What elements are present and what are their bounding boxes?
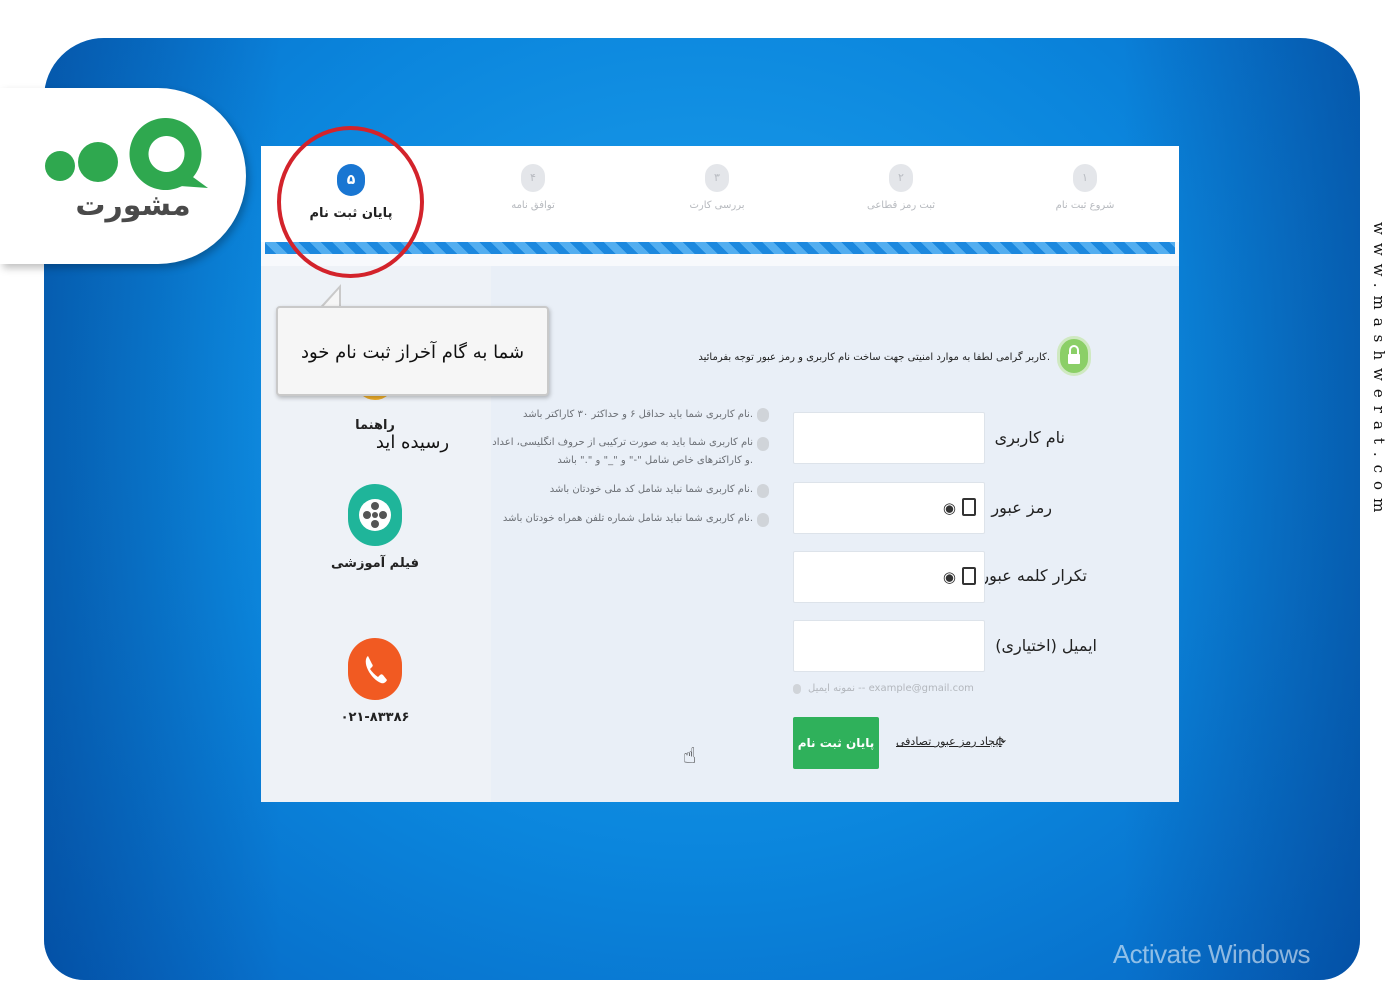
step-2-number: ۲ xyxy=(889,164,913,192)
phone-item[interactable]: ۰۲۱-۸۳۳۸۶ xyxy=(320,638,430,725)
username-rule: نام کاربری شما باید حداقل ۶ و حداکثر ۳۰ … xyxy=(522,409,753,420)
step-4-number: ۴ xyxy=(521,164,545,192)
username-rule: نام کاربری شما نباید شامل کد ملی خودتان … xyxy=(549,484,753,495)
username-rule: نام کاربری شما نباید شامل شماره تلفن همر… xyxy=(502,513,753,524)
finish-registration-button[interactable]: پایان ثبت نام xyxy=(793,717,879,769)
email-hint-dot xyxy=(793,684,801,694)
rule-dot xyxy=(757,408,769,422)
rule-dot xyxy=(757,484,769,498)
training-film-item[interactable]: فیلم آموزشی xyxy=(320,484,430,571)
rule-dot xyxy=(757,513,769,527)
hand-cursor-icon: ☝ xyxy=(683,744,697,769)
refresh-icon[interactable]: ⟳ xyxy=(996,735,1006,749)
step-3-label: بررسی کارت xyxy=(689,200,745,211)
virtual-keyboard-icon[interactable] xyxy=(962,567,976,585)
virtual-keyboard-icon[interactable] xyxy=(962,498,976,516)
email-input[interactable] xyxy=(793,620,985,672)
lock-icon xyxy=(1057,336,1091,376)
logo-card: مشورت xyxy=(0,88,246,264)
phone-icon xyxy=(348,638,402,700)
step-2: ۲ ثبت رمز قطاعی xyxy=(841,164,961,211)
step-2-label: ثبت رمز قطاعی xyxy=(866,200,935,211)
email-hint: نمونه ایمیل -- example@gmail.com xyxy=(808,683,974,694)
final-step-tooltip: شما به گام آخراز ثبت نام خود رسیده اید xyxy=(276,306,549,453)
email-label: ایمیل (اختیاری) xyxy=(995,636,1097,655)
phone-number: ۰۲۱-۸۳۳۸۶ xyxy=(340,710,410,725)
username-rule: نام کاربری شما باید به صورت ترکیبی از حر… xyxy=(492,437,753,448)
generate-password-link[interactable]: ایجاد رمز عبور تصادفی xyxy=(896,735,1001,748)
repeat-password-label: تکرار کلمه عبور xyxy=(981,566,1087,585)
film-reel-icon xyxy=(348,484,402,546)
username-rule: و کاراکترهای خاص شامل "-" و "_" و "." با… xyxy=(557,455,753,466)
repeat-password-input[interactable]: ◉ xyxy=(793,551,985,603)
step-3: ۳ بررسی کارت xyxy=(657,164,777,211)
step-1-number: ۱ xyxy=(1073,164,1097,192)
step-4-label: توافق نامه xyxy=(511,200,555,211)
logo-text: مشورت xyxy=(75,188,191,223)
step-3-number: ۳ xyxy=(705,164,729,192)
step-1-label: شروع ثبت نام xyxy=(1055,200,1115,211)
show-repeat-password-eye-icon[interactable]: ◉ xyxy=(943,568,956,586)
site-url-watermark: www.mashwerat.com xyxy=(1370,222,1388,521)
rule-dot xyxy=(757,437,769,451)
activate-windows-watermark: Activate Windows xyxy=(1112,939,1311,969)
step-4: ۴ توافق نامه xyxy=(473,164,593,211)
username-label: نام کاربری xyxy=(994,428,1065,447)
password-input[interactable]: ◉ xyxy=(793,482,985,534)
password-label: رمز عبور xyxy=(991,498,1052,517)
security-notice: کاربر گرامی لطفا به موارد امنیتی جهت ساخ… xyxy=(698,352,1050,363)
film-label: فیلم آموزشی xyxy=(331,556,419,571)
highlight-circle xyxy=(277,126,424,278)
step-1: ۱ شروع ثبت نام xyxy=(1025,164,1145,211)
show-password-eye-icon[interactable]: ◉ xyxy=(943,499,956,517)
username-input[interactable] xyxy=(793,412,985,464)
